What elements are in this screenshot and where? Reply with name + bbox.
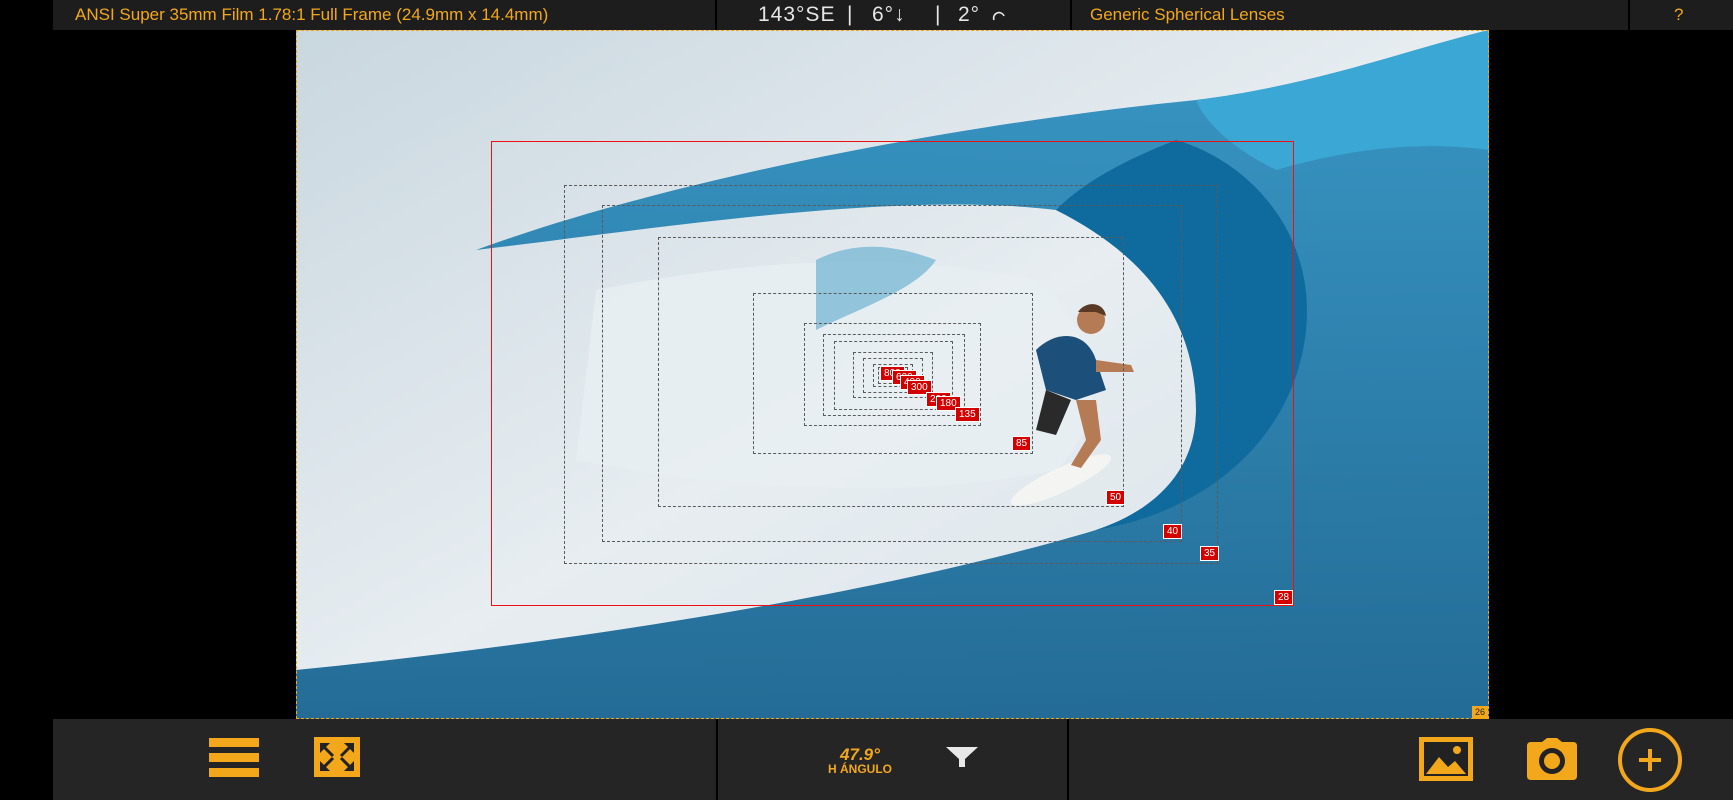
lens-set-label[interactable]: Generic Spherical Lenses [1090,0,1285,30]
focal-label-28[interactable]: 28 [1274,590,1294,605]
camera-icon[interactable] [1527,738,1577,785]
frame-label-26: 26 [1472,706,1489,719]
focal-label-50[interactable]: 50 [1106,490,1126,505]
camera-viewfinder[interactable]: 26 800 600 400 300 200 180 135 85 50 40 … [296,30,1489,719]
roll-arc-icon [992,2,1006,32]
menu-icon[interactable] [209,736,259,785]
horizontal-angle-readout[interactable]: 47.9° H ÁNGULO [805,745,915,776]
divider [1067,719,1069,800]
camera-format-label[interactable]: ANSI Super 35mm Film 1.78:1 Full Frame (… [75,0,548,30]
focal-label-135[interactable]: 135 [955,407,980,422]
divider [1070,0,1072,30]
angle-value: 47.9° [840,745,880,764]
separator: | [847,3,854,26]
fullscreen-icon[interactable] [314,737,360,782]
gallery-icon[interactable] [1419,737,1473,786]
bottom-toolbar: 47.9° H ÁNGULO [53,719,1733,800]
divider [715,0,717,30]
tilt-readout: 6°↓ [872,3,906,26]
divider [716,719,718,800]
focal-label-35[interactable]: 35 [1200,546,1220,561]
divider [1628,0,1630,30]
filter-icon[interactable] [946,747,978,774]
angle-label: H ÁNGULO [828,762,892,776]
focal-label-85[interactable]: 85 [1012,436,1032,451]
separator: | [935,3,942,26]
help-button[interactable]: ? [1674,0,1683,30]
roll-readout: 2° [958,3,981,26]
top-bar: ANSI Super 35mm Film 1.78:1 Full Frame (… [53,0,1733,30]
add-icon[interactable] [1617,727,1683,798]
heading-readout: 143°SE [758,3,836,26]
focal-label-40[interactable]: 40 [1163,524,1183,539]
